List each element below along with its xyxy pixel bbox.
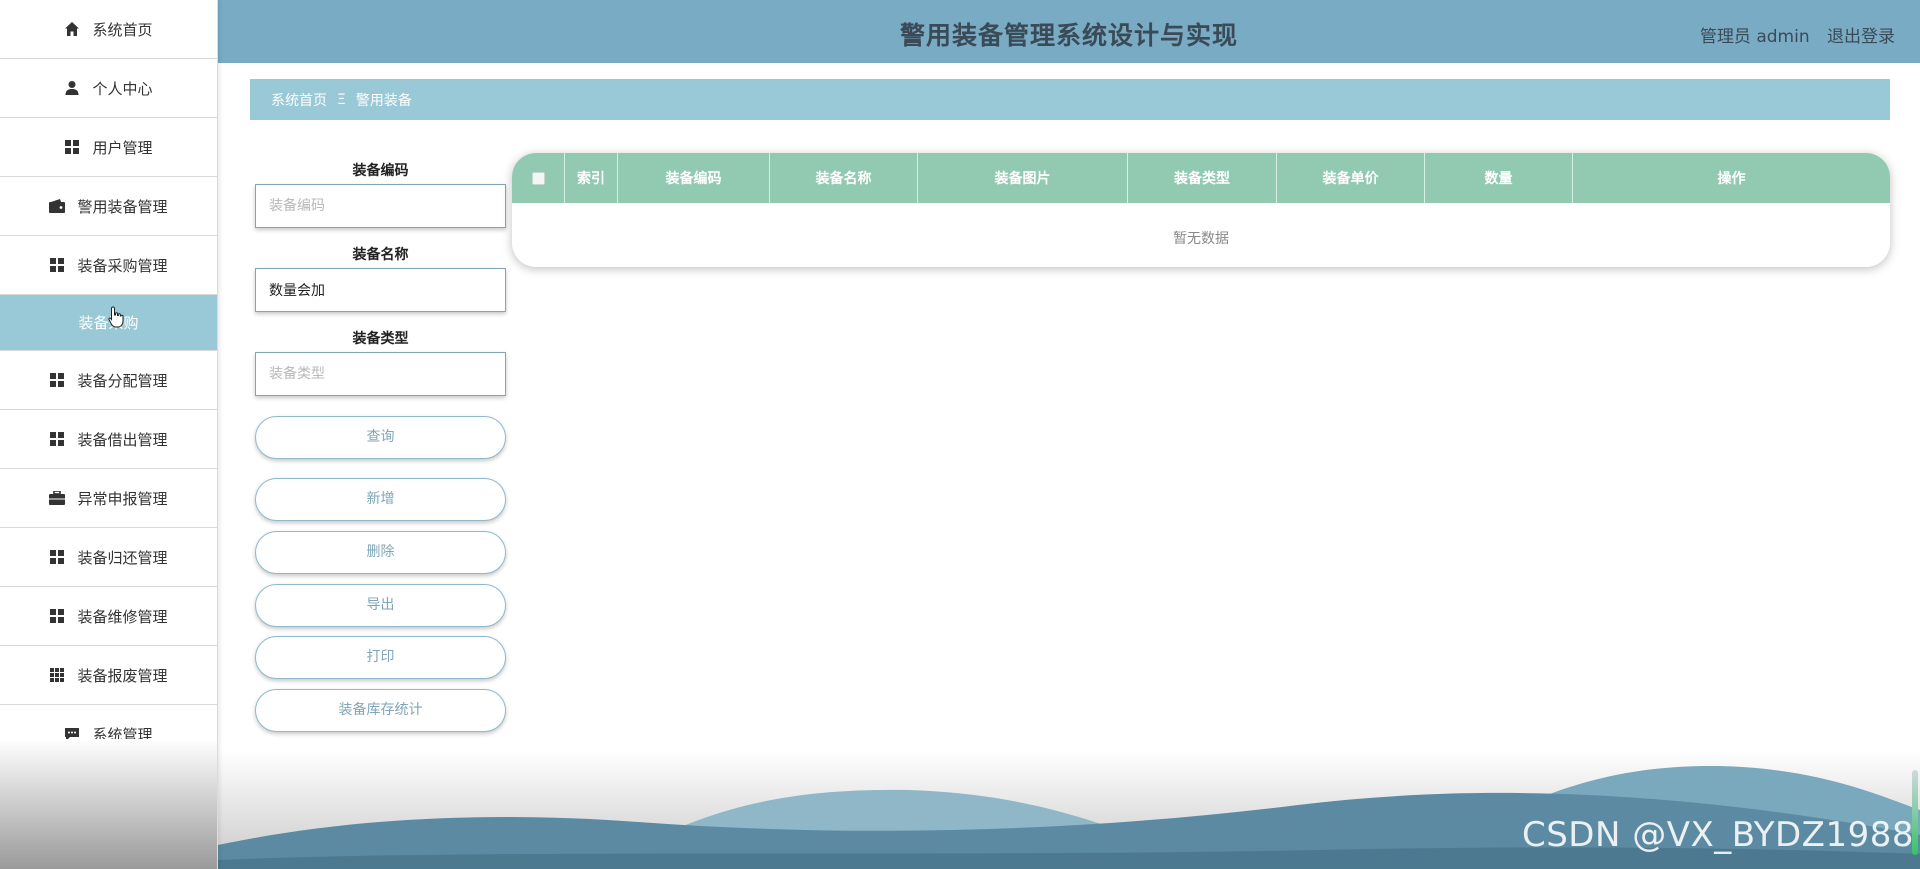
sidebar-item-label: 警用装备管理	[77, 197, 168, 216]
type-label: 装备类型	[352, 331, 409, 347]
hand-cursor-icon	[108, 306, 124, 332]
column-header[interactable]: 装备单价	[1277, 153, 1425, 203]
sidebar-item-purchase-mgmt[interactable]: 装备采购管理	[0, 236, 217, 295]
sidebar-item-label: 装备维修管理	[77, 607, 168, 626]
sidebar-item-return[interactable]: 装备归还管理	[0, 528, 217, 587]
column-header[interactable]: 索引	[565, 153, 618, 203]
sidebar-footer-gradient	[0, 739, 217, 869]
grid-icon	[49, 257, 65, 273]
sidebar-item-label: 个人中心	[92, 79, 153, 98]
breadcrumb-current: 警用装备	[355, 92, 412, 109]
wallet-icon	[49, 198, 66, 214]
sidebar-item-equipment[interactable]: 警用装备管理	[0, 177, 217, 236]
sidebar-item-repair[interactable]: 装备维修管理	[0, 587, 217, 646]
top-header: 警用装备管理系统设计与实现 管理员 admin 退出登录	[218, 0, 1920, 63]
column-header: 操作	[1717, 171, 1746, 187]
briefcase-icon	[49, 490, 66, 506]
export-button[interactable]: 导出	[255, 584, 506, 627]
add-button[interactable]: 新增	[255, 478, 506, 521]
sidebar-item-home[interactable]: 系统首页	[0, 0, 217, 59]
code-input[interactable]	[255, 184, 506, 228]
sidebar-item-label: 异常申报管理	[77, 489, 168, 508]
column-header[interactable]: 装备编码	[618, 153, 770, 203]
stock-stats-button[interactable]: 装备库存统计	[255, 689, 506, 732]
sidebar-item-allocation[interactable]: 装备分配管理	[0, 351, 217, 410]
sidebar: 系统首页 个人中心 用户管理 警用装备管理 装备采购管理 装备采购 装备分配管理	[0, 0, 218, 869]
grid-icon	[49, 549, 65, 565]
search-panel: 装备编码 装备名称 装备类型	[255, 160, 506, 412]
table-header: 索引 装备编码 装备名称 装备图片 装备类型 装备单价 数量 操作	[512, 153, 1890, 203]
sidebar-item-lending[interactable]: 装备借出管理	[0, 410, 217, 469]
grid-icon	[64, 139, 80, 155]
csdn-watermark: CSDN @VX_BYDZ1988	[1521, 815, 1914, 855]
delete-button[interactable]: 删除	[255, 531, 506, 574]
breadcrumb-separator: Ξ	[337, 91, 346, 108]
logout-link[interactable]: 退出登录	[1827, 27, 1895, 47]
select-all-cell	[512, 153, 565, 203]
sidebar-item-label: 装备采购管理	[77, 256, 168, 275]
select-all-checkbox[interactable]	[531, 171, 545, 185]
data-table: 索引 装备编码 装备名称 装备图片 装备类型 装备单价 数量 操作 暂无数据	[512, 153, 1890, 267]
page-title: 警用装备管理系统设计与实现	[899, 21, 1238, 50]
user-icon	[64, 80, 80, 96]
breadcrumb-home[interactable]: 系统首页	[271, 90, 327, 110]
sidebar-item-label: 系统首页	[92, 20, 153, 39]
query-button[interactable]: 查询	[255, 416, 506, 459]
sidebar-item-label: 用户管理	[92, 138, 153, 157]
grid-icon	[49, 431, 65, 447]
apps-icon	[49, 667, 65, 683]
name-label: 装备名称	[352, 247, 409, 263]
column-header[interactable]: 装备名称	[770, 153, 918, 203]
sidebar-item-label: 装备报废管理	[77, 666, 168, 685]
sidebar-item-exception[interactable]: 异常申报管理	[0, 469, 217, 528]
breadcrumb: 系统首页 Ξ 警用装备	[250, 79, 1890, 120]
scroll-indicator	[1912, 770, 1918, 855]
sidebar-item-profile[interactable]: 个人中心	[0, 59, 217, 118]
sidebar-item-label: 装备借出管理	[77, 430, 168, 449]
type-input[interactable]	[255, 352, 506, 396]
sidebar-item-users[interactable]: 用户管理	[0, 118, 217, 177]
user-label: 管理员 admin	[1699, 27, 1810, 47]
home-icon	[64, 21, 80, 37]
column-header[interactable]: 数量	[1425, 153, 1573, 203]
empty-state-text: 暂无数据	[1173, 231, 1229, 247]
print-button[interactable]: 打印	[255, 636, 506, 679]
user-box: 管理员 admin 退出登录	[1688, 22, 1895, 47]
grid-icon	[49, 372, 65, 388]
sidebar-item-scrap[interactable]: 装备报废管理	[0, 646, 217, 705]
column-header[interactable]: 装备图片	[918, 153, 1128, 203]
grid-icon	[49, 608, 65, 624]
sidebar-item-label: 装备归还管理	[77, 548, 168, 567]
sidebar-item-label: 装备分配管理	[77, 371, 168, 390]
column-header[interactable]: 装备类型	[1128, 153, 1277, 203]
name-input[interactable]	[255, 268, 506, 312]
code-label: 装备编码	[352, 163, 409, 179]
